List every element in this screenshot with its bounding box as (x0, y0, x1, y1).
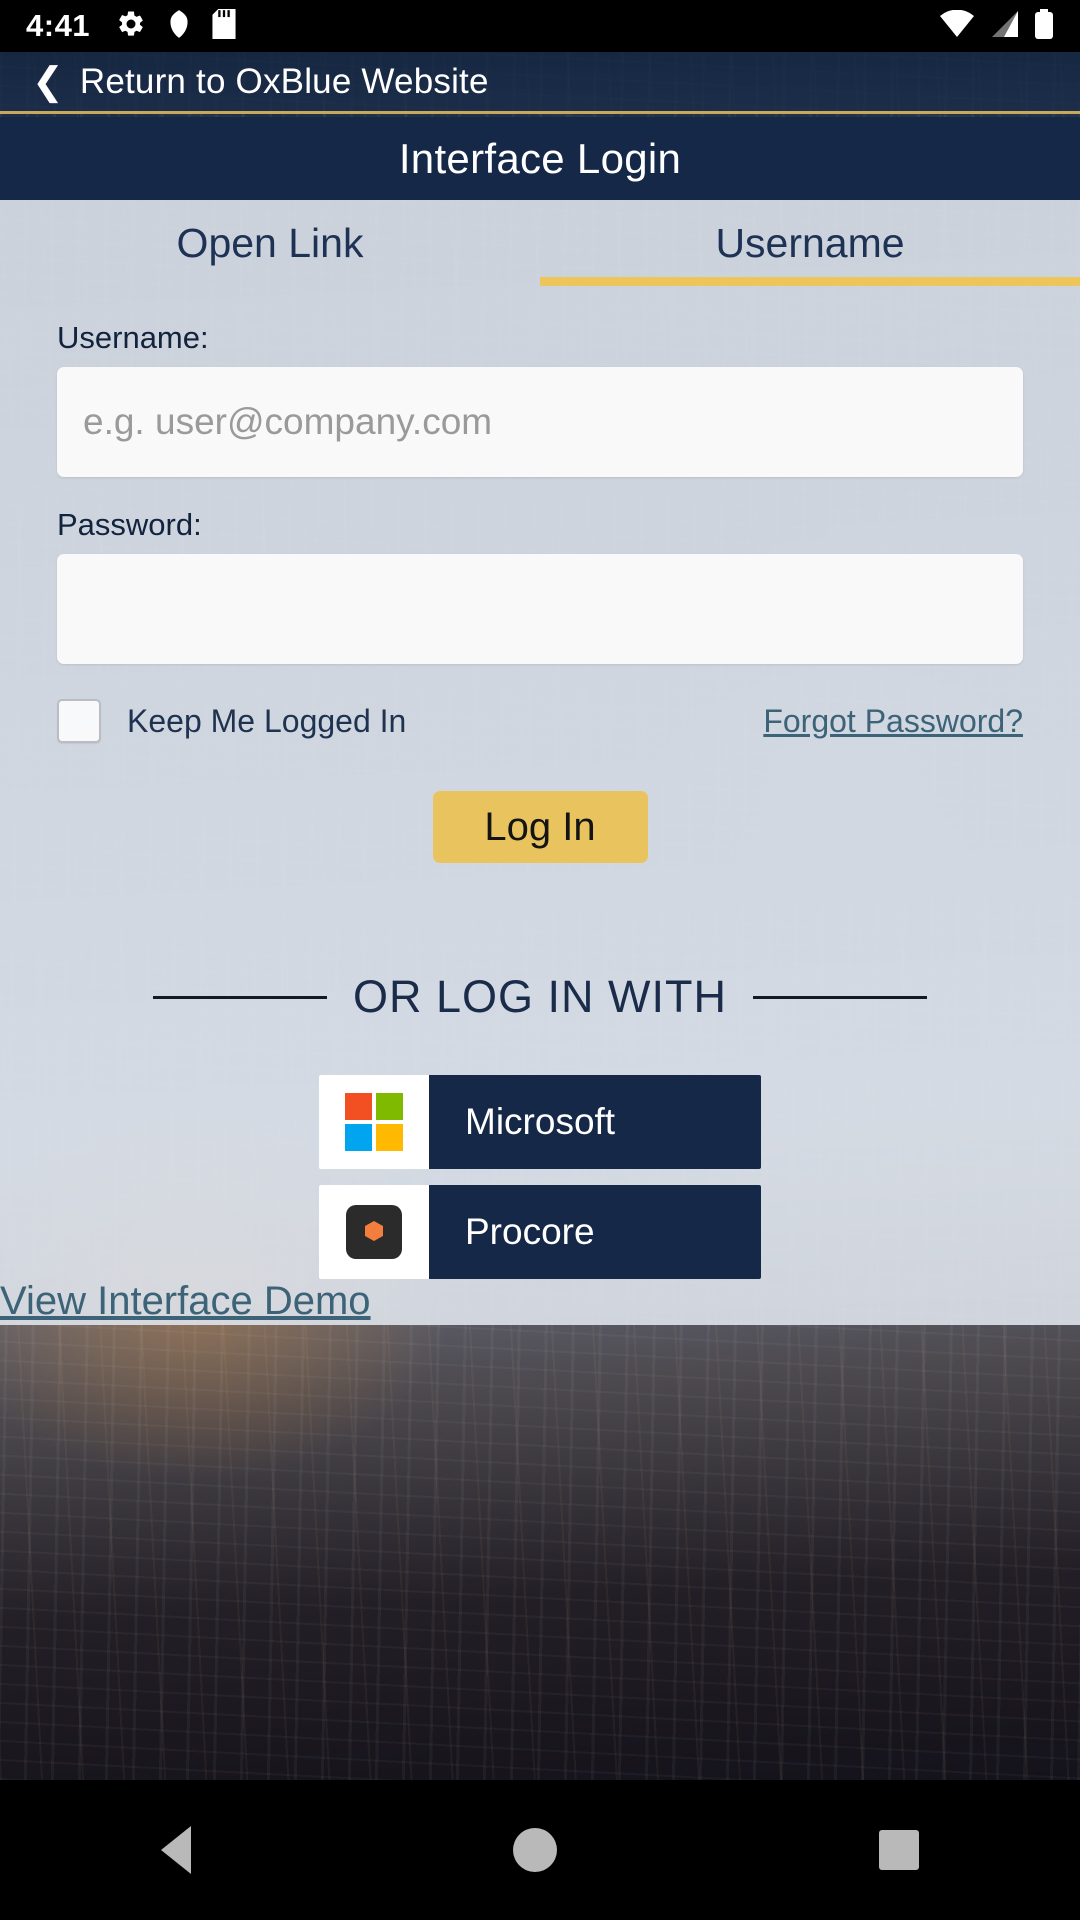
view-interface-demo-link[interactable]: View Interface Demo (0, 1279, 371, 1323)
status-bar-left-icons (116, 8, 236, 44)
divider-line-right (753, 995, 927, 999)
tab-open-link-label: Open Link (176, 219, 364, 266)
return-to-website-label: Return to OxBlue Website (79, 61, 489, 101)
or-login-with-label: OR LOG IN WITH (353, 971, 727, 1022)
gear-icon (116, 9, 146, 44)
keep-logged-in-label: Keep Me Logged In (127, 702, 407, 739)
active-tab-indicator (540, 277, 1080, 286)
procore-logo-container (319, 1185, 429, 1279)
or-login-with-divider: OR LOG IN WITH (0, 971, 1080, 1023)
password-field-label: Password: (57, 507, 202, 542)
tab-username-label: Username (715, 219, 905, 266)
log-in-button[interactable]: Log In (432, 791, 648, 863)
divider-line-left (153, 995, 327, 999)
sso-button-procore[interactable]: Procore (319, 1185, 761, 1279)
sso-button-microsoft-label: Microsoft (429, 1075, 761, 1169)
recents-square-icon[interactable] (879, 1830, 919, 1870)
microsoft-logo-icon (345, 1093, 403, 1151)
return-to-website-bar[interactable]: ❮ Return to OxBlue Website (0, 52, 1080, 114)
wifi-icon (940, 9, 974, 43)
shield-icon (166, 9, 192, 44)
sso-buttons: Microsoft Procore (0, 1075, 1080, 1279)
username-input-placeholder: e.g. user@company.com (83, 401, 493, 442)
login-form: Username: e.g. user@company.com Password… (0, 320, 1080, 1324)
home-circle-icon[interactable] (513, 1828, 557, 1872)
procore-logo-icon (345, 1203, 403, 1261)
username-input[interactable]: e.g. user@company.com (57, 367, 1023, 477)
status-bar-clock: 4:41 (26, 8, 91, 43)
microsoft-logo-container (319, 1075, 429, 1169)
sso-button-procore-label: Procore (429, 1185, 761, 1279)
phone-screen: 4:41 ❮ Return to OxBlue Website Interfac… (0, 0, 1080, 1920)
status-bar: 4:41 (0, 0, 1080, 52)
android-navigation-bar (0, 1780, 1080, 1920)
sd-card-icon (212, 8, 236, 44)
cellular-signal-icon (988, 10, 1020, 43)
password-input[interactable] (57, 554, 1023, 664)
keep-logged-in-group[interactable]: Keep Me Logged In (57, 699, 406, 743)
status-bar-right-icons (940, 8, 1054, 44)
form-options-row: Keep Me Logged In Forgot Password? (0, 699, 1080, 743)
keep-logged-in-checkbox[interactable] (57, 699, 101, 743)
sso-button-microsoft[interactable]: Microsoft (319, 1075, 761, 1169)
tab-open-link[interactable]: Open Link (0, 200, 540, 292)
forgot-password-link[interactable]: Forgot Password? (763, 703, 1023, 740)
page-title: Interface Login (398, 134, 682, 182)
page-title-bar: Interface Login (0, 117, 1080, 200)
chevron-left-icon: ❮ (32, 60, 64, 103)
back-triangle-icon[interactable] (161, 1826, 191, 1874)
username-field-label: Username: (57, 320, 209, 355)
battery-icon (1034, 8, 1054, 44)
